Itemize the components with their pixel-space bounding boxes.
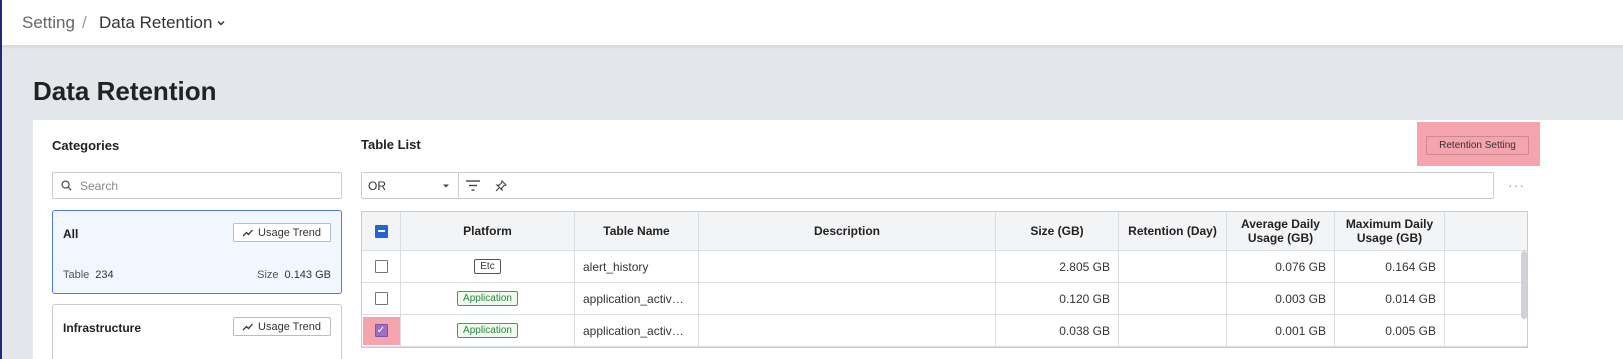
row-select-cell[interactable] [362,251,401,282]
size-cell: 2.805 GB [996,251,1119,282]
row-select-cell[interactable] [362,283,401,314]
size-label: Size [257,269,279,281]
description-cell [699,283,996,314]
platform-cell: Etc [401,251,575,282]
size-cell: 0.120 GB [996,283,1119,314]
description-cell [699,315,996,346]
header-filler [1445,212,1527,250]
select-all-checkbox[interactable] [374,224,388,238]
platform-badge: Application [457,291,518,306]
table-name-cell: application_activ… [575,315,699,346]
header-size[interactable]: Size (GB) [996,212,1119,250]
trend-icon [243,323,254,330]
platform-cell: Application [401,283,575,314]
retention-setting-button[interactable]: Retention Setting [1426,136,1529,155]
table-scrollbar[interactable] [1521,251,1527,319]
filter-operator-select[interactable]: OR [362,173,459,198]
select-all-cell[interactable] [362,212,401,250]
breadcrumb-root[interactable]: Setting [22,13,75,33]
category-card-infrastructure[interactable]: Infrastructure Usage Trend [52,304,342,359]
header-average-daily-usage[interactable]: Average Daily Usage (GB) [1227,212,1335,250]
usage-trend-button[interactable]: Usage Trend [233,223,331,242]
table-header-row: Platform Table Name Description Size (GB… [362,212,1527,251]
row-checkbox[interactable] [374,260,388,273]
table-row[interactable]: ✓ Application application_activ… 0.038 G… [362,315,1527,347]
search-icon [61,180,72,191]
search-input[interactable] [80,178,330,193]
size-summary: Size 0.143 GB [257,269,331,281]
trend-icon [243,229,254,236]
row-filler [1445,315,1527,346]
max-usage-cell: 0.014 GB [1335,283,1445,314]
row-checkbox[interactable] [374,292,388,305]
retention-cell [1119,251,1227,282]
filter-operator-value: OR [368,178,386,193]
pin-icon [495,179,507,191]
avg-usage-cell: 0.003 GB [1227,283,1335,314]
row-filler [1445,251,1527,282]
row-checkbox-highlight: ✓ [362,316,400,345]
filter-icon [466,180,480,191]
row-select-cell[interactable]: ✓ [362,315,401,346]
platform-badge: Application [457,323,518,338]
row-filler [1445,283,1527,314]
pin-button[interactable] [487,173,515,198]
description-cell [699,251,996,282]
category-name: Infrastructure [63,321,142,335]
platform-cell: Application [401,315,575,346]
table-count-label: Table [63,269,90,281]
avg-usage-cell: 0.076 GB [1227,251,1335,282]
filter-bar: OR [361,172,1494,199]
table-count-value: 234 [95,269,114,281]
main-panel: Categories All Usage Trend Table 234 Size… [33,120,1623,359]
header-platform[interactable]: Platform [401,212,575,250]
retention-setting-highlight: Retention Setting [1417,122,1540,166]
table-count: Table 234 [63,269,114,281]
filter-button[interactable] [459,173,487,198]
table-name-cell: application_activ… [575,283,699,314]
usage-trend-label: Usage Trend [258,320,321,333]
caret-down-icon [443,184,449,187]
retention-cell [1119,315,1227,346]
platform-badge: Etc [474,259,501,274]
table-row[interactable]: Application application_activ… 0.120 GB … [362,283,1527,315]
top-bar: Setting / Data Retention [2,0,1623,46]
row-checkbox[interactable]: ✓ [374,324,388,337]
avg-usage-cell: 0.001 GB [1227,315,1335,346]
usage-trend-button[interactable]: Usage Trend [233,317,331,336]
category-search[interactable] [52,172,342,199]
size-cell: 0.038 GB [996,315,1119,346]
left-nav-edge [0,0,2,359]
retention-cell [1119,283,1227,314]
header-table-name[interactable]: Table Name [575,212,699,250]
table-name-cell: alert_history [575,251,699,282]
header-description[interactable]: Description [699,212,996,250]
header-retention[interactable]: Retention (Day) [1119,212,1227,250]
max-usage-cell: 0.005 GB [1335,315,1445,346]
usage-trend-label: Usage Trend [258,226,321,239]
category-name: All [63,227,79,241]
chevron-down-icon [217,20,225,26]
page-title: Data Retention [33,76,217,106]
size-value: 0.143 GB [284,269,331,281]
breadcrumb-current-label: Data Retention [99,13,213,32]
table-row[interactable]: Etc alert_history 2.805 GB 0.076 GB 0.16… [362,251,1527,283]
category-card-all[interactable]: All Usage Trend Table 234 Size 0.143 GB [52,210,342,294]
table-grid: Platform Table Name Description Size (GB… [361,211,1528,348]
breadcrumb-separator: / [82,13,87,32]
header-maximum-daily-usage[interactable]: Maximum Daily Usage (GB) [1335,212,1445,250]
categories-title: Categories [52,138,120,153]
more-options-icon[interactable]: ··· [1508,177,1525,193]
breadcrumb-current[interactable]: Data Retention [99,13,226,33]
table-list-title: Table List [361,137,421,152]
max-usage-cell: 0.164 GB [1335,251,1445,282]
